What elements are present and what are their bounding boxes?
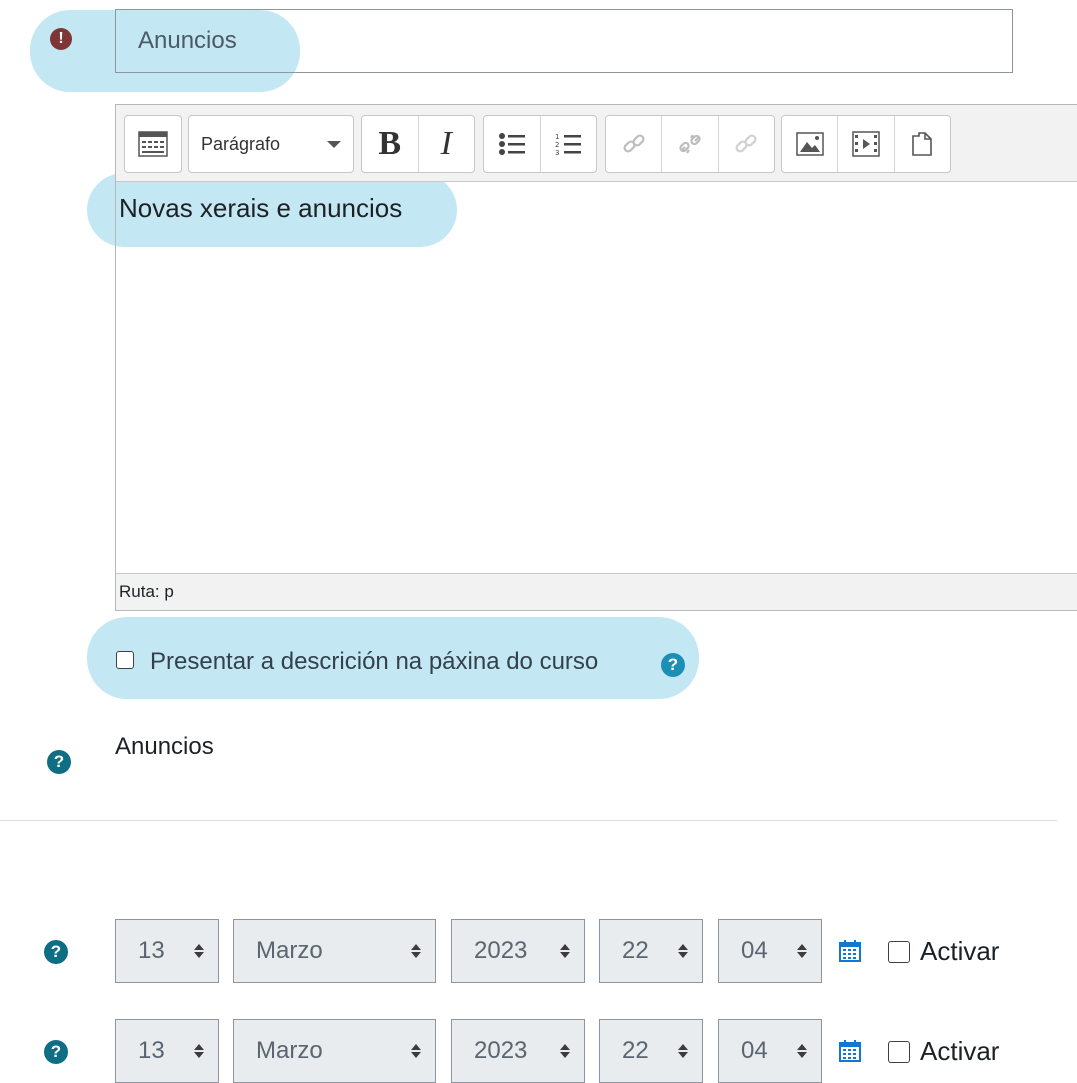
manage-files-button[interactable]	[895, 116, 950, 172]
day-select[interactable]: 13	[115, 1019, 219, 1083]
enable-date-label: Activar	[920, 936, 1000, 966]
select-arrows-icon	[560, 1044, 570, 1058]
enable-date-checkbox[interactable]	[888, 1041, 910, 1063]
link-button[interactable]	[606, 116, 663, 172]
editor-content-text: Novas xerais e anuncios	[119, 193, 403, 223]
year-select-value: 2023	[474, 937, 528, 964]
svg-text:3: 3	[555, 149, 559, 157]
bold-button[interactable]: B	[362, 116, 419, 172]
toolbar-toggle-button[interactable]	[125, 116, 181, 172]
day-select[interactable]: 13	[115, 919, 219, 983]
insert-image-button[interactable]	[782, 116, 839, 172]
month-select-value: Marzo	[256, 1037, 323, 1064]
day-select-value: 13	[138, 1037, 165, 1064]
editor-path-bar: Ruta: p	[116, 573, 1077, 610]
toolbar-group-toggle	[124, 115, 182, 173]
editor-toolbar: Parágrafo B I 123	[116, 105, 1077, 182]
section-divider	[0, 820, 1057, 821]
select-arrows-icon	[560, 944, 570, 958]
toolbar-group-style: B I	[361, 115, 475, 173]
enable-date-checkbox[interactable]	[888, 941, 910, 963]
unordered-list-button[interactable]	[484, 116, 541, 172]
svg-text:1: 1	[555, 133, 559, 141]
year-select[interactable]: 2023	[451, 919, 585, 983]
select-arrows-icon	[194, 944, 204, 958]
manage-files-icon	[912, 132, 933, 156]
link-icon	[623, 134, 645, 153]
toolbar-toggle-icon	[138, 131, 168, 157]
minute-select-value: 04	[741, 1037, 768, 1064]
chevron-down-icon	[327, 140, 341, 148]
paragraph-format-label: Parágrafo	[201, 133, 281, 154]
help-icon[interactable]: ?	[47, 750, 71, 774]
hour-select-value: 22	[622, 1037, 649, 1064]
anchor-icon	[735, 134, 757, 153]
calendar-icon[interactable]	[839, 940, 861, 962]
select-arrows-icon	[194, 1044, 204, 1058]
calendar-icon[interactable]	[839, 1040, 861, 1062]
media-icon	[852, 131, 880, 157]
forum-type-value: Anuncios	[115, 733, 214, 760]
select-arrows-icon	[678, 1044, 688, 1058]
editor-content-area[interactable]: Novas xerais e anuncios	[116, 181, 1077, 573]
hour-select-value: 22	[622, 937, 649, 964]
insert-media-button[interactable]	[838, 116, 895, 172]
month-select-value: Marzo	[256, 937, 323, 964]
month-select[interactable]: Marzo	[233, 919, 436, 983]
toolbar-group-lists: 123	[483, 115, 597, 173]
hour-select[interactable]: 22	[599, 1019, 703, 1083]
unlink-button[interactable]	[662, 116, 719, 172]
year-select[interactable]: 2023	[451, 1019, 585, 1083]
year-select-value: 2023	[474, 1037, 528, 1064]
select-arrows-icon	[797, 1044, 807, 1058]
error-icon: !	[50, 28, 72, 50]
anchor-button[interactable]	[719, 116, 774, 172]
select-arrows-icon	[411, 944, 421, 958]
unlink-icon	[679, 134, 701, 154]
unordered-list-icon	[498, 133, 525, 155]
description-editor: Parágrafo B I 123 Novas xerais e anuncio…	[115, 104, 1077, 611]
image-icon	[795, 132, 824, 156]
italic-button[interactable]: I	[419, 116, 475, 172]
ordered-list-button[interactable]: 123	[541, 116, 597, 172]
hour-select[interactable]: 22	[599, 919, 703, 983]
select-arrows-icon	[678, 944, 688, 958]
paragraph-format-select[interactable]: Parágrafo	[189, 116, 353, 172]
show-description-checkbox[interactable]	[116, 651, 134, 669]
day-select-value: 13	[138, 937, 165, 964]
forum-name-input[interactable]: Anuncios	[115, 9, 1013, 73]
select-arrows-icon	[797, 944, 807, 958]
minute-select[interactable]: 04	[718, 919, 822, 983]
ordered-list-icon: 123	[555, 133, 582, 157]
toolbar-group-links	[605, 115, 775, 173]
toolbar-group-format: Parágrafo	[188, 115, 354, 173]
month-select[interactable]: Marzo	[233, 1019, 436, 1083]
minute-select[interactable]: 04	[718, 1019, 822, 1083]
show-description-label: Presentar a descrición na páxina do curs…	[150, 648, 599, 675]
minute-select-value: 04	[741, 937, 768, 964]
help-icon[interactable]: ?	[44, 940, 68, 964]
toolbar-group-media	[781, 115, 951, 173]
help-icon[interactable]: ?	[661, 653, 685, 677]
help-icon[interactable]: ?	[44, 1040, 68, 1064]
enable-date-label: Activar	[920, 1036, 1000, 1066]
select-arrows-icon	[411, 1044, 421, 1058]
svg-text:2: 2	[555, 141, 559, 149]
